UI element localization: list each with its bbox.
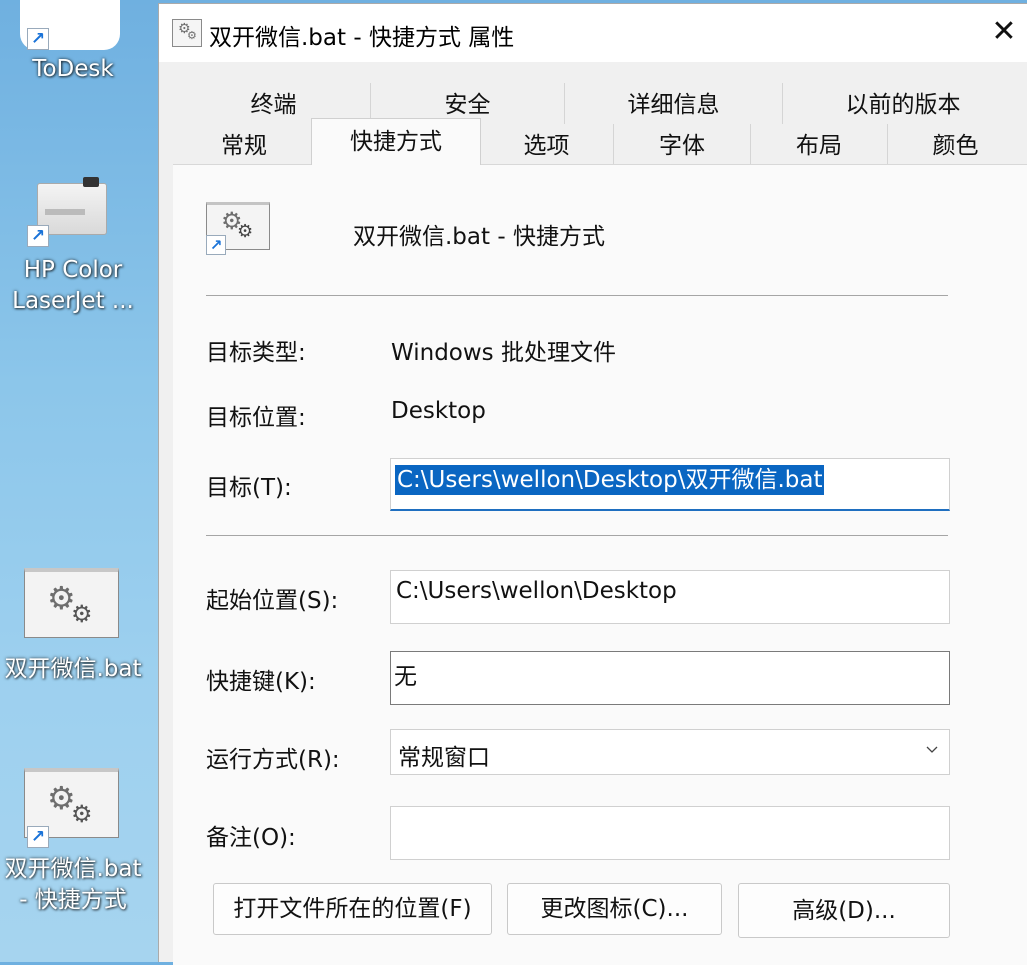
desktop-icon-label: 双开微信.bat - 快捷方式 xyxy=(4,856,142,913)
run-select-value: 常规窗口 xyxy=(398,745,490,771)
comment-label: 备注(O): xyxy=(206,825,296,851)
target-type-value: Windows 批处理文件 xyxy=(391,340,616,366)
comment-input[interactable] xyxy=(390,806,950,860)
run-select[interactable]: 常规窗口 xyxy=(390,729,950,775)
dialog-title: 双开微信.bat - 快捷方式 属性 xyxy=(209,25,515,51)
batch-file-icon: ⚙ ⚙ xyxy=(24,568,119,638)
tab-row-2: 常规 选项 字体 布局 颜色 xyxy=(177,124,1023,165)
chevron-down-icon xyxy=(926,746,938,753)
batch-file-shortcut-icon: ⚙ ⚙ ↗ xyxy=(206,202,270,255)
start-in-input[interactable]: C:\Users\wellon\Desktop xyxy=(390,570,950,624)
desktop-icon-label: ToDesk xyxy=(32,56,114,82)
tab-options[interactable]: 选项 xyxy=(479,124,613,165)
batch-file-title-icon: ⚙ ⚙ xyxy=(172,19,202,47)
divider xyxy=(206,535,948,536)
tab-general[interactable]: 常规 xyxy=(177,124,311,165)
hotkey-input[interactable]: 无 xyxy=(390,651,950,705)
tab-layout[interactable]: 布局 xyxy=(750,124,887,165)
hotkey-label: 快捷键(K): xyxy=(206,669,316,695)
tab-font[interactable]: 字体 xyxy=(613,124,750,165)
target-input[interactable]: C:\Users\wellon\Desktop\双开微信.bat xyxy=(390,458,950,511)
tab-previous-versions[interactable]: 以前的版本 xyxy=(782,83,1023,124)
target-type-label: 目标类型: xyxy=(206,340,306,366)
shortcut-tab-panel: ⚙ ⚙ ↗ 双开微信.bat - 快捷方式 目标类型: Windows 批处理文… xyxy=(173,164,1027,965)
start-in-input-value: C:\Users\wellon\Desktop xyxy=(396,578,677,604)
target-location-value: Desktop xyxy=(391,398,486,424)
start-in-label: 起始位置(S): xyxy=(206,588,339,614)
run-label: 运行方式(R): xyxy=(206,747,340,773)
properties-dialog: ⚙ ⚙ 双开微信.bat - 快捷方式 属性 ✕ 终端 安全 详细信息 以前的版… xyxy=(158,3,1027,965)
desktop-icon-column: ↗ ToDesk ↗ HP Color LaserJet ... ⚙ ⚙ 双开微… xyxy=(0,0,158,962)
target-location-label: 目标位置: xyxy=(206,405,306,431)
advanced-button[interactable]: 高级(D)... xyxy=(738,883,950,938)
target-input-value: C:\Users\wellon\Desktop\双开微信.bat xyxy=(395,465,825,495)
tab-shortcut[interactable]: 快捷方式 xyxy=(311,118,481,165)
desktop-icon-label: HP Color LaserJet ... xyxy=(12,257,134,314)
tab-colors[interactable]: 颜色 xyxy=(887,124,1023,165)
divider xyxy=(206,295,948,296)
target-label: 目标(T): xyxy=(206,475,292,501)
shortcut-arrow-icon: ↗ xyxy=(27,826,49,848)
tab-row-1: 终端 安全 详细信息 以前的版本 xyxy=(177,83,1023,124)
tab-details[interactable]: 详细信息 xyxy=(564,83,782,124)
change-icon-button[interactable]: 更改图标(C)... xyxy=(507,883,722,935)
shortcut-arrow-icon: ↗ xyxy=(27,28,49,50)
desktop-icon-label: 双开微信.bat xyxy=(4,656,142,682)
shortcut-name: 双开微信.bat - 快捷方式 xyxy=(353,224,605,250)
shortcut-arrow-icon: ↗ xyxy=(206,235,226,255)
title-bar[interactable]: ⚙ ⚙ 双开微信.bat - 快捷方式 属性 ✕ xyxy=(159,4,1027,62)
shortcut-arrow-icon: ↗ xyxy=(27,225,49,247)
close-button[interactable]: ✕ xyxy=(981,4,1027,62)
open-file-location-button[interactable]: 打开文件所在的位置(F) xyxy=(213,883,492,935)
hotkey-input-value: 无 xyxy=(394,664,417,690)
